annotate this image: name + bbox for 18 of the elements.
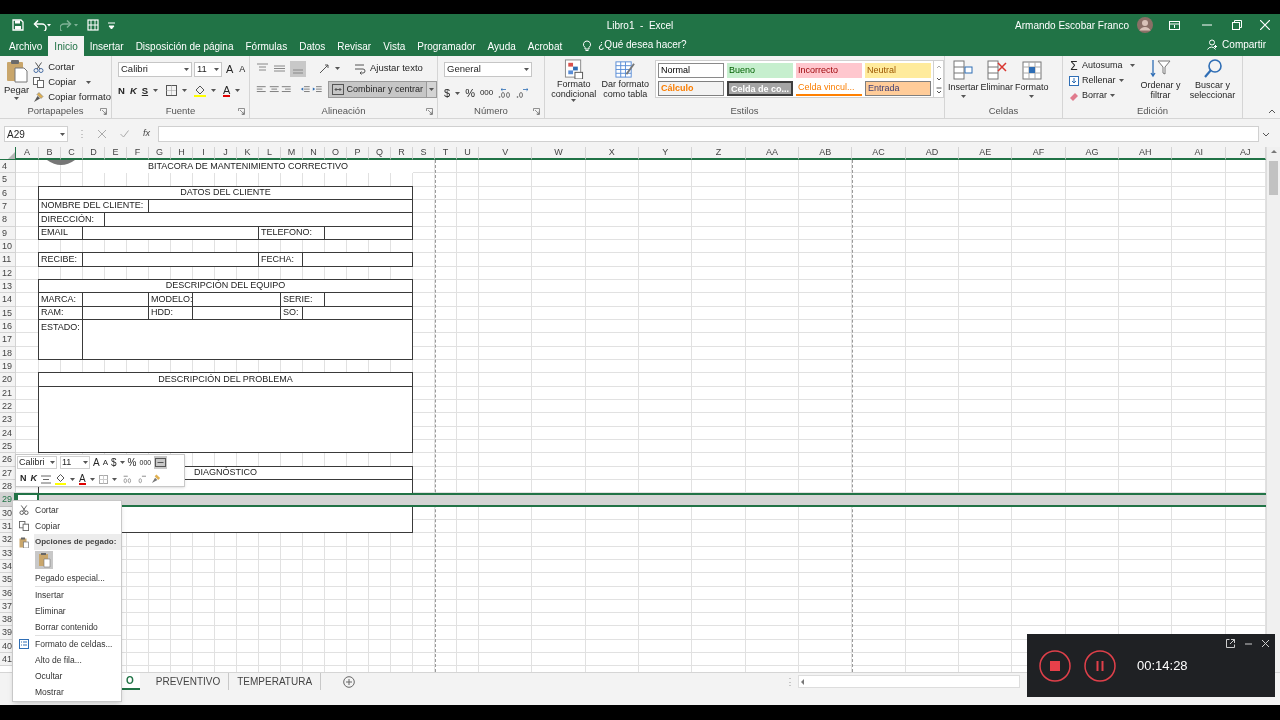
form-label: RECIBE: <box>38 252 83 267</box>
group-label: Fuente <box>165 104 196 119</box>
section-title: BITACORA DE MANTENIMIENTO CORRECTIVO <box>83 160 413 174</box>
group-label: Edición <box>1136 104 1169 119</box>
group-label: Número <box>474 104 508 119</box>
recording-time: 00:14:28 <box>1137 656 1188 675</box>
section-title: DESCRIPCIÓN DEL PROBLEMA <box>38 372 413 387</box>
form-label: ESTADO: <box>38 318 83 360</box>
group-label: Celdas <box>988 104 1019 119</box>
group-label: Alineación <box>321 104 366 119</box>
group-label: Estilos <box>730 104 759 119</box>
window-title: Libro1 - Excel <box>606 18 674 33</box>
group-label: Portapapeles <box>27 104 84 119</box>
form-label: MODELO: <box>148 292 193 307</box>
menu-heading: Opciones de pegado: <box>34 534 121 550</box>
form-label: FECHA: <box>258 252 303 267</box>
user-name: Armando Escobar Franco <box>1015 18 1129 33</box>
section-title: DATOS DEL CLIENTE <box>38 185 413 200</box>
